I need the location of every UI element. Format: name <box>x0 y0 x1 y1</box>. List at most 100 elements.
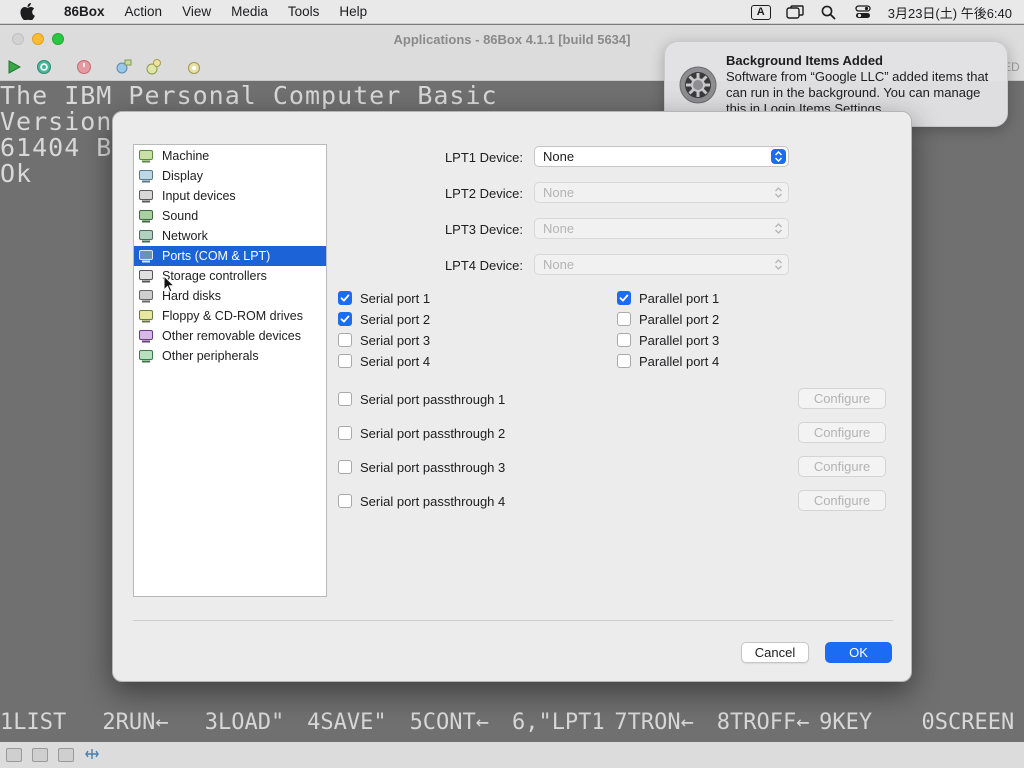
checkbox-unchecked[interactable] <box>338 333 352 347</box>
category-item[interactable]: Floppy & CD-ROM drives <box>134 306 326 326</box>
category-item[interactable]: Network <box>134 226 326 246</box>
menu-media[interactable]: Media <box>221 0 278 24</box>
power-icon[interactable] <box>74 57 94 77</box>
lpt2-device-value: None <box>543 185 575 200</box>
passthrough-checkbox[interactable]: Serial port passthrough 2 <box>338 425 505 441</box>
function-key-label: 2RUN← <box>102 710 169 735</box>
checkbox-label: Parallel port 2 <box>639 311 720 327</box>
cancel-button[interactable]: Cancel <box>741 642 809 663</box>
category-label: Display <box>162 169 203 183</box>
serial-port-checkbox[interactable]: Serial port 1 <box>338 290 430 306</box>
menu-clock[interactable]: 3月23日(土) 午後6:40 <box>888 3 1012 22</box>
checkbox-unchecked[interactable] <box>338 494 352 508</box>
checkbox-unchecked[interactable] <box>338 392 352 406</box>
input-source-icon[interactable]: A <box>750 3 772 21</box>
category-item[interactable]: Display <box>134 166 326 186</box>
category-label: Other removable devices <box>162 329 301 343</box>
checkbox-unchecked[interactable] <box>338 354 352 368</box>
notification-title: Background Items Added <box>726 53 883 68</box>
category-item[interactable]: Machine <box>134 146 326 166</box>
category-label: Machine <box>162 149 210 163</box>
window-switch-icon[interactable] <box>784 3 806 21</box>
serial-port-checkbox[interactable]: Serial port 4 <box>338 353 430 369</box>
lpt4-device-value: None <box>543 257 575 272</box>
cassette-status-icon[interactable] <box>32 748 48 762</box>
menu-help[interactable]: Help <box>329 0 377 24</box>
category-label: Other peripherals <box>162 349 259 363</box>
checkbox-unchecked[interactable] <box>617 312 631 326</box>
ok-button[interactable]: OK <box>825 642 892 663</box>
function-key-label: 8TROFF← <box>716 710 810 735</box>
settings-category-list[interactable]: Machine Display Input devices Sound Network P… <box>133 144 327 597</box>
function-key-label: 6,"LPT1 <box>511 710 605 735</box>
category-label: Sound <box>162 209 199 223</box>
passthrough-checkbox[interactable]: Serial port passthrough 3 <box>338 459 505 475</box>
network-status-icon[interactable] <box>84 747 100 764</box>
checkmark-icon <box>340 315 350 323</box>
menu-app-name[interactable]: 86Box <box>54 0 115 24</box>
function-key-label: 4SAVE" <box>307 710 387 735</box>
passthrough-checkbox[interactable]: Serial port passthrough 1 <box>338 391 505 407</box>
menu-action[interactable]: Action <box>115 0 173 24</box>
reset-icon[interactable] <box>34 57 54 77</box>
control-center-icon[interactable] <box>852 3 874 21</box>
checkbox-unchecked[interactable] <box>338 460 352 474</box>
display-icon <box>138 168 154 184</box>
checkbox-label: Serial port 4 <box>360 353 431 369</box>
function-key-label: 9KEY <box>819 710 873 735</box>
function-key-label: 1LIST <box>0 710 67 735</box>
category-item[interactable]: Other removable devices <box>134 326 326 346</box>
category-item[interactable]: Sound <box>134 206 326 226</box>
checkbox-unchecked[interactable] <box>617 354 631 368</box>
peripherals-icon <box>138 348 154 364</box>
category-label: Ports (COM & LPT) <box>162 249 271 263</box>
configure-button: Configure <box>798 422 886 443</box>
drive-status-icon[interactable] <box>58 748 74 762</box>
mouse-cursor-icon <box>163 274 176 293</box>
checkbox-unchecked[interactable] <box>338 426 352 440</box>
configure-button: Configure <box>798 456 886 477</box>
checkbox-label: Parallel port 1 <box>639 290 720 306</box>
function-key-label: 3LOAD" <box>204 710 285 735</box>
passthrough-checkbox[interactable]: Serial port passthrough 4 <box>338 493 505 509</box>
checkbox-label: Serial port passthrough 1 <box>360 391 506 407</box>
checkbox-checked[interactable] <box>338 291 352 305</box>
emulator-status-bar <box>0 742 1024 768</box>
configure-button: Configure <box>798 388 886 409</box>
parallel-port-checkbox[interactable]: Parallel port 4 <box>617 353 719 369</box>
checkbox-checked[interactable] <box>338 312 352 326</box>
machine-settings-icon[interactable] <box>184 57 204 77</box>
lpt2-device-select: None <box>534 182 789 203</box>
parallel-port-checkbox[interactable]: Parallel port 3 <box>617 332 719 348</box>
checkbox-unchecked[interactable] <box>617 333 631 347</box>
apple-menu-icon[interactable] <box>16 1 38 23</box>
parallel-port-checkbox[interactable]: Parallel port 1 <box>617 290 719 306</box>
input-source-label: A <box>750 4 771 20</box>
spotlight-search-icon[interactable] <box>818 3 840 21</box>
basic-line-1: The IBM Personal Computer Basic <box>0 81 498 110</box>
category-item[interactable]: Input devices <box>134 186 326 206</box>
menu-view[interactable]: View <box>172 0 221 24</box>
category-item[interactable]: Ports (COM & LPT) <box>134 246 326 266</box>
menu-bar-status: A 3月23日(土) 午後6:40 <box>744 0 1024 24</box>
serial-port-checkbox[interactable]: Serial port 3 <box>338 332 430 348</box>
play-icon[interactable] <box>4 57 24 77</box>
parallel-port-checkbox[interactable]: Parallel port 2 <box>617 311 719 327</box>
settings-gears-icon[interactable] <box>144 57 164 77</box>
floppy-status-icon[interactable] <box>6 748 22 762</box>
category-label: Floppy & CD-ROM drives <box>162 309 303 323</box>
menu-bar: 86Box Action View Media Tools Help A 3月2… <box>0 0 1024 24</box>
category-item[interactable]: Other peripherals <box>134 346 326 366</box>
checkbox-checked[interactable] <box>617 291 631 305</box>
checkbox-label: Parallel port 4 <box>639 353 720 369</box>
checkbox-label: Serial port passthrough 2 <box>360 425 506 441</box>
notification-body: Software from “Google LLC” added items t… <box>726 69 989 116</box>
lpt3-label: LPT3 Device: <box>444 222 523 237</box>
menu-tools[interactable]: Tools <box>278 0 330 24</box>
lpt2-label: LPT2 Device: <box>444 186 523 201</box>
lpt1-device-select[interactable]: None <box>534 146 789 167</box>
serial-port-checkbox[interactable]: Serial port 2 <box>338 311 430 327</box>
configure-button: Configure <box>798 490 886 511</box>
ctrl-alt-del-icon[interactable] <box>114 57 134 77</box>
lpt1-label: LPT1 Device: <box>444 150 523 165</box>
